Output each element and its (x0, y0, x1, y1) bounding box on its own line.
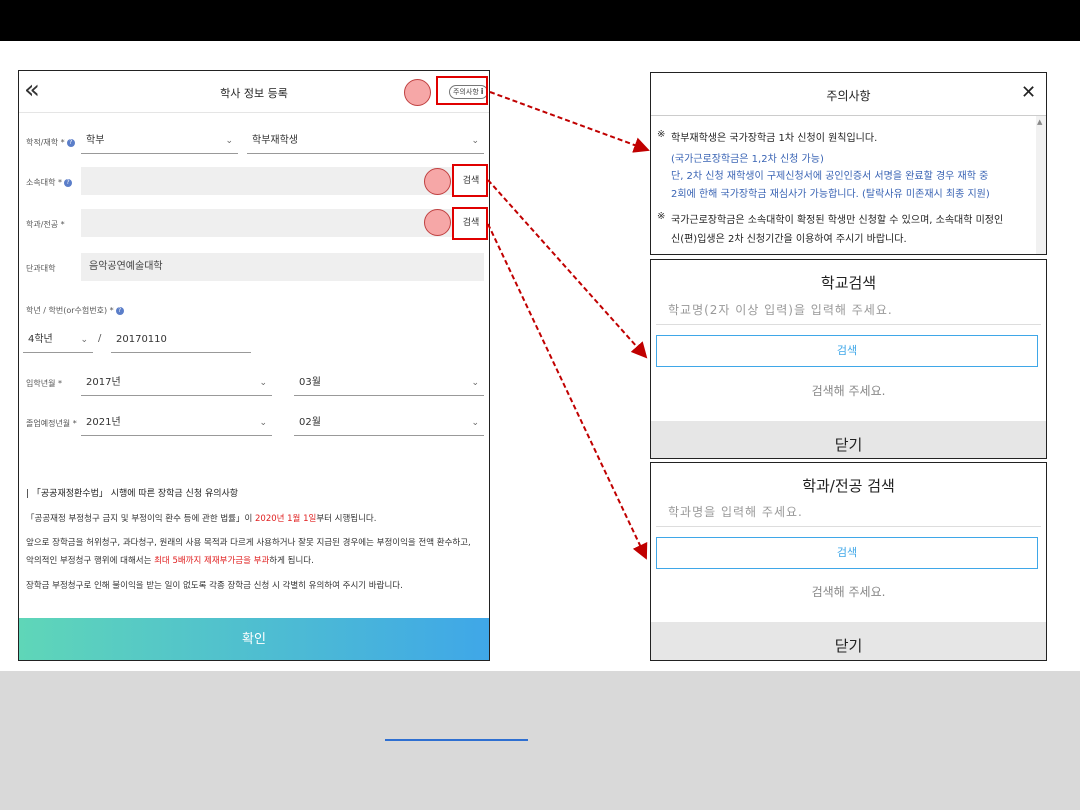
arrow-to-notice (489, 91, 650, 153)
bullet-mark-2: ※ (657, 211, 666, 222)
chevron-down-icon: ⌄ (471, 418, 479, 428)
dept-search-input[interactable]: 학과명을 입력해 주세요. (656, 497, 1041, 527)
graduation-month-select[interactable]: 02월 ⌄ (294, 410, 484, 436)
notice-line-1: 학부재학생은 국가장학금 1차 신청이 원칙입니다. (671, 133, 878, 144)
notice-line-5: 국가근로장학금은 소속대학이 확정된 학생만 신청할 수 있으며, 소속대학 미… (671, 215, 1004, 226)
chevron-down-icon: ⌄ (259, 378, 267, 388)
help-icon[interactable]: ? (63, 178, 72, 187)
step-marker-1 (404, 79, 431, 106)
divider (651, 115, 1046, 116)
notice-line-2: (국가근로장학금은 1,2차 신청 가능) (671, 154, 824, 165)
scrollbar[interactable]: ▲ (1036, 116, 1046, 254)
info-line-1: 「공공재정 부정청구 금지 및 부정이익 환수 등에 관한 법률」이 2020년… (26, 514, 377, 524)
info-line-4: 장학금 부정청구로 인해 불이익을 받는 일이 없도록 각종 장학금 신청 시 … (26, 581, 403, 591)
enroll-year-select[interactable]: 2017년 ⌄ (81, 370, 272, 396)
help-icon[interactable]: ? (66, 138, 75, 147)
school-search-dialog: 학교검색 학교명(2자 이상 입력)을 입력해 주세요. 검색 검색해 주세요.… (650, 259, 1047, 459)
top-black-bar (0, 0, 1080, 41)
school-search-input[interactable]: 학교명(2자 이상 입력)을 입력해 주세요. (656, 295, 1041, 325)
dept-search-title: 학과/전공 검색 (802, 477, 895, 495)
dept-input[interactable] (81, 209, 453, 237)
help-icon[interactable]: ? (115, 306, 124, 315)
grade-label: 학년 / 학번(or수험번호) *? (26, 305, 124, 316)
highlight-notice-button (436, 76, 488, 105)
close-icon[interactable]: ✕ (1021, 82, 1036, 103)
chevron-down-icon: ⌄ (80, 335, 88, 345)
notice-line-4: 2회에 한해 국가장학금 재심사가 가능합니다. (탈락사유 미존재시 최종 지… (671, 189, 990, 200)
notice-dialog: 주의사항 ✕ ▲ ※ 학부재학생은 국가장학금 1차 신청이 원칙입니다. (국… (650, 72, 1047, 255)
grade-separator: / (98, 333, 102, 344)
dept-label: 학과/전공 * (26, 220, 65, 229)
highlight-dept-search (452, 207, 488, 240)
school-search-button[interactable]: 검색 (656, 335, 1038, 367)
school-search-empty: 검색해 주세요. (811, 384, 886, 398)
academic-info-form-panel: « 학사 정보 등록 주의사항 i 학적/재학 *? 학부 ⌄ 학부재학생 ⌄ 소속대… (18, 70, 490, 661)
bottom-gray-band (0, 671, 1080, 810)
status-select-2[interactable]: 학부재학생 ⌄ (247, 128, 484, 154)
scroll-up-icon[interactable]: ▲ (1037, 118, 1042, 126)
graduation-label: 졸업예정년월 * (26, 419, 77, 428)
status-label: 학적/재학 *? (26, 137, 75, 148)
info-line-3: 악의적인 부정청구 행위에 대해서는 최대 5배까지 제재부가금을 부과하게 됩… (26, 556, 314, 566)
grade-select[interactable]: 4학년 ⌄ (23, 327, 93, 353)
highlight-university-search (452, 164, 488, 197)
school-search-close-button[interactable]: 닫기 (651, 421, 1046, 458)
enroll-label: 입학년월 * (26, 379, 62, 388)
enroll-month-select[interactable]: 03월 ⌄ (294, 370, 484, 396)
bottom-link-underline[interactable] (385, 739, 528, 741)
step-marker-3 (424, 209, 451, 236)
university-label: 소속대학 *? (26, 177, 72, 188)
confirm-button[interactable]: 확인 (19, 618, 489, 660)
chevron-down-icon: ⌄ (471, 378, 479, 388)
notice-line-3: 단, 2차 신청 재학생이 구제신청서에 공인인증서 서명을 완료할 경우 재학… (671, 171, 989, 182)
college-value: 음악공연예술대학 (81, 253, 484, 281)
dept-search-dialog: 학과/전공 검색 학과명을 입력해 주세요. 검색 검색해 주세요. 닫기 (650, 462, 1047, 661)
college-label: 단과대학 (26, 264, 56, 273)
arrow-to-school-search (487, 179, 648, 359)
university-input[interactable] (81, 167, 453, 195)
graduation-year-select[interactable]: 2021년 ⌄ (81, 410, 272, 436)
chevron-down-icon: ⌄ (225, 136, 233, 146)
dept-search-button[interactable]: 검색 (656, 537, 1038, 569)
chevron-down-icon: ⌄ (259, 418, 267, 428)
student-id-input[interactable]: 20170110 (111, 327, 251, 353)
info-line-2: 앞으로 장학금을 허위청구, 과다청구, 원래의 사용 목적과 다르게 사용하거… (26, 538, 471, 548)
status-select-1[interactable]: 학부 ⌄ (81, 128, 238, 154)
notice-line-6: 신(편)입생은 2차 신청기간을 이용하여 주시기 바랍니다. (671, 234, 907, 245)
chevron-down-icon: ⌄ (471, 136, 479, 146)
bullet-mark-1: ※ (657, 129, 666, 140)
dept-search-close-button[interactable]: 닫기 (651, 622, 1046, 660)
info-title: | 「공공재정환수법」 시행에 따른 장학금 신청 유의사항 (26, 489, 239, 499)
school-search-title: 학교검색 (820, 274, 877, 292)
dept-search-empty: 검색해 주세요. (811, 585, 886, 599)
arrow-to-dept-search (487, 223, 648, 560)
step-marker-2 (424, 168, 451, 195)
notice-dialog-title: 주의사항 (826, 89, 871, 103)
